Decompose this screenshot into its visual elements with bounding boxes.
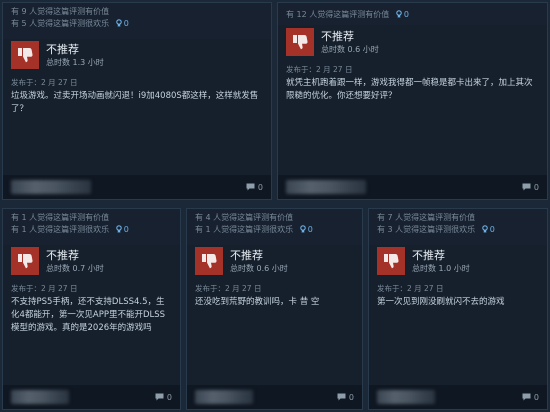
review-text: 不支持PS5手柄，还不支持DLSS4.5，生化4都能开，第一次见APP里不能开D…	[11, 297, 166, 333]
comment-count: 0	[348, 392, 354, 402]
review-card: 有 1 人觉得这篇评测有价值 有 1 人觉得这篇评测很欢乐 0 不推荐 总时数 …	[2, 208, 181, 410]
review-header: 有 1 人觉得这篇评测有价值 有 1 人觉得这篇评测很欢乐 0	[3, 209, 180, 245]
verdict-label: 不推荐	[46, 43, 79, 56]
comment-icon	[246, 183, 255, 191]
review-footer: 0	[3, 175, 271, 199]
comments-button[interactable]: 0	[337, 393, 354, 402]
comment-icon	[522, 393, 531, 401]
thumbs-down-icon	[286, 28, 314, 56]
verdict-label: 不推荐	[321, 30, 354, 43]
award-count: 0	[403, 10, 409, 19]
posted-date: 发布于：2 月 27 日	[11, 284, 78, 293]
award-icon	[299, 225, 306, 233]
comment-count: 0	[166, 392, 172, 402]
comments-button[interactable]: 0	[522, 183, 539, 192]
award-count: 0	[123, 19, 129, 28]
thumbs-down-icon	[195, 247, 223, 275]
review-text: 第一次见到刚没刷就闪不去的游戏	[377, 297, 505, 307]
playtime: 总时数 0.6 小时	[321, 45, 379, 54]
playtime: 总时数 0.6 小时	[230, 264, 288, 273]
helpful-count: 有 9 人觉得这篇评测有价值	[11, 7, 110, 16]
comment-count: 0	[533, 182, 539, 192]
funny-line: 有 3 人觉得这篇评测很欢乐 0	[377, 224, 539, 236]
review-card: 有 4 人觉得这篇评测有价值 有 1 人觉得这篇评测很欢乐 0 不推荐 总时数 …	[186, 208, 363, 410]
verdict-label: 不推荐	[412, 249, 445, 262]
posted-date: 发布于：2 月 27 日	[377, 284, 444, 293]
award-count: 0	[307, 225, 313, 234]
playtime: 总时数 1.0 小时	[412, 264, 470, 273]
verdict-row: 不推荐 总时数 0.6 小时	[278, 25, 547, 56]
review-card: 有 12 人觉得这篇评测有价值 0 不推荐 总时数 0.6 小时 发布于：2 月…	[277, 2, 548, 200]
funny-line: 有 1 人觉得这篇评测很欢乐 0	[195, 224, 354, 236]
funny-count: 有 5 人觉得这篇评测很欢乐	[11, 19, 110, 28]
posted-date: 发布于：2 月 27 日	[11, 78, 78, 87]
playtime: 总时数 0.7 小时	[46, 264, 104, 273]
blurred-author	[11, 390, 69, 404]
award-button[interactable]: 0	[299, 224, 313, 236]
review-footer: 0	[187, 385, 362, 409]
helpful-count: 有 12 人觉得这篇评测有价值	[286, 10, 390, 19]
comment-count: 0	[533, 392, 539, 402]
comment-icon	[155, 393, 164, 401]
blurred-author	[377, 390, 435, 404]
comments-button[interactable]: 0	[522, 393, 539, 402]
review-text: 还没吃到荒野的教训吗，卡 昔 空	[195, 297, 320, 307]
blurred-author	[11, 180, 91, 194]
award-button[interactable]: 0	[115, 224, 129, 236]
funny-count: 有 1 人觉得这篇评测很欢乐	[11, 225, 110, 234]
review-card: 有 9 人觉得这篇评测有价值 有 5 人觉得这篇评测很欢乐 0 不推荐 总时数 …	[2, 2, 272, 200]
posted-date: 发布于：2 月 27 日	[286, 65, 353, 74]
verdict-row: 不推荐 总时数 0.6 小时	[187, 245, 362, 275]
funny-line: 有 1 人觉得这篇评测很欢乐 0	[11, 224, 172, 236]
thumbs-down-icon	[11, 41, 39, 69]
helpful-count: 有 7 人觉得这篇评测有价值	[377, 213, 476, 222]
comment-count: 0	[257, 182, 263, 192]
review-header: 有 4 人觉得这篇评测有价值 有 1 人觉得这篇评测很欢乐 0	[187, 209, 362, 245]
verdict-row: 不推荐 总时数 1.3 小时	[3, 39, 271, 69]
review-card: 有 7 人觉得这篇评测有价值 有 3 人觉得这篇评测很欢乐 0 不推荐 总时数 …	[368, 208, 548, 410]
verdict-row: 不推荐 总时数 1.0 小时	[369, 245, 547, 275]
funny-count: 有 3 人觉得这篇评测很欢乐	[377, 225, 476, 234]
award-button[interactable]: 0	[481, 224, 495, 236]
review-text: 就凭主机跑着跟一样，游戏我得都一帧稳是都卡出来了，加上其次限糙的优化。你还想要好…	[286, 78, 533, 101]
funny-count: 有 1 人觉得这篇评测很欢乐	[195, 225, 294, 234]
thumbs-down-icon	[377, 247, 405, 275]
verdict-row: 不推荐 总时数 0.7 小时	[3, 245, 180, 275]
helpful-count: 有 4 人觉得这篇评测有价值	[195, 213, 294, 222]
award-icon	[481, 225, 488, 233]
thumbs-down-icon	[11, 247, 39, 275]
award-button[interactable]: 0	[115, 18, 129, 30]
funny-line: 有 5 人觉得这篇评测很欢乐 0	[11, 18, 263, 30]
helpful-line: 有 12 人觉得这篇评测有价值 0	[286, 9, 539, 21]
comment-icon	[522, 183, 531, 191]
blurred-author	[286, 180, 366, 194]
blurred-author	[195, 390, 253, 404]
comment-icon	[337, 393, 346, 401]
review-text: 垃圾游戏。过卖开场动画就闪退！i9加4080S都这样，这样就发售了？	[11, 91, 259, 114]
review-footer: 0	[369, 385, 547, 409]
comments-button[interactable]: 0	[155, 393, 172, 402]
award-icon	[396, 10, 402, 18]
review-header: 有 9 人觉得这篇评测有价值 有 5 人觉得这篇评测很欢乐 0	[3, 3, 271, 39]
review-footer: 0	[278, 175, 547, 199]
posted-date: 发布于：2 月 27 日	[195, 284, 262, 293]
award-count: 0	[123, 225, 129, 234]
verdict-label: 不推荐	[230, 249, 263, 262]
review-footer: 0	[3, 385, 180, 409]
playtime: 总时数 1.3 小时	[46, 58, 104, 67]
award-icon	[115, 225, 122, 233]
award-count: 0	[489, 225, 495, 234]
verdict-label: 不推荐	[46, 249, 79, 262]
award-button[interactable]: 0	[396, 9, 409, 21]
comments-button[interactable]: 0	[246, 183, 263, 192]
award-icon	[115, 19, 122, 27]
review-header: 有 7 人觉得这篇评测有价值 有 3 人觉得这篇评测很欢乐 0	[369, 209, 547, 245]
helpful-count: 有 1 人觉得这篇评测有价值	[11, 213, 110, 222]
review-header: 有 12 人觉得这篇评测有价值 0	[278, 3, 547, 25]
